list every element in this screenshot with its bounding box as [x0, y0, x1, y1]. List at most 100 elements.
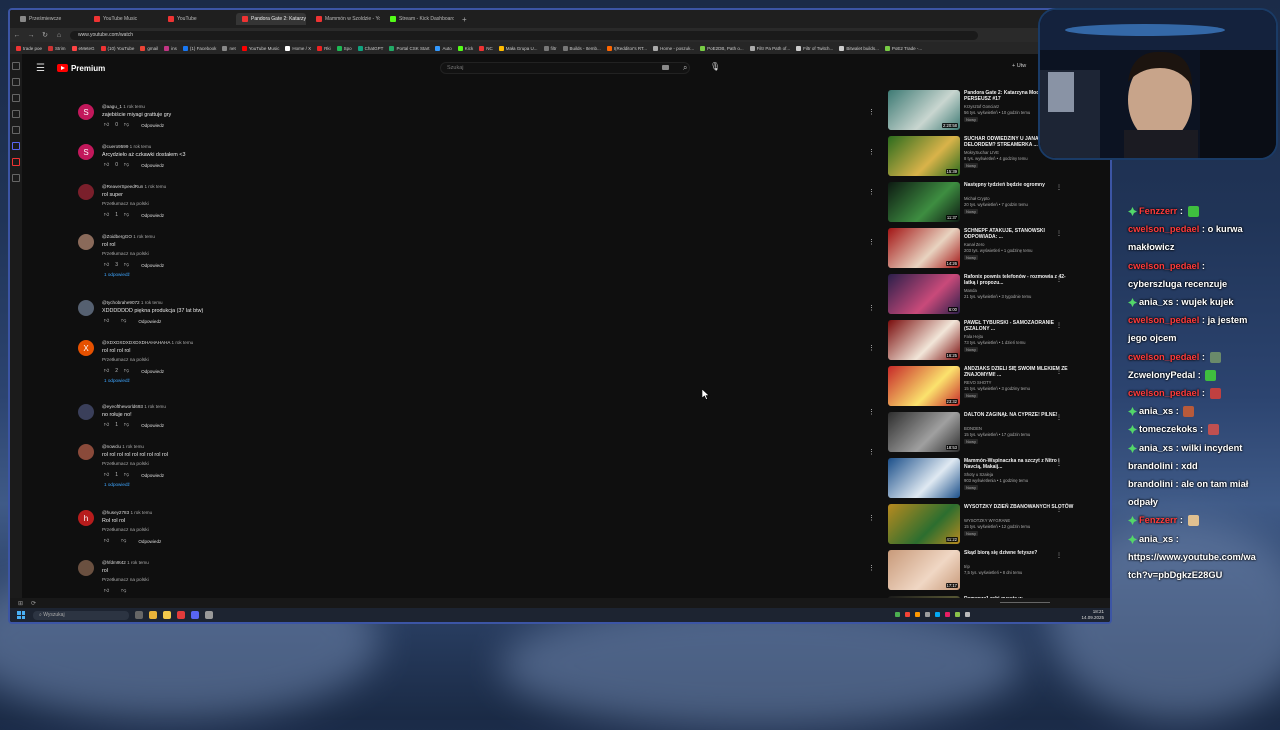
- like-icon[interactable]: 👍︎: [104, 368, 109, 374]
- video-channel[interactable]: trip: [964, 564, 970, 569]
- replies-toggle[interactable]: 1 odpowiedź: [104, 272, 130, 277]
- sidebar-history-icon[interactable]: [12, 78, 20, 86]
- more-actions-icon[interactable]: ⋮: [1056, 552, 1062, 559]
- bookmark-item[interactable]: (10) YouTube: [100, 45, 134, 51]
- clock[interactable]: 18:21 14.09.2025: [1081, 609, 1104, 620]
- replies-toggle[interactable]: 1 odpowiedź: [104, 482, 130, 487]
- video-thumbnail[interactable]: 2:20:58: [888, 90, 960, 130]
- new-tab-icon[interactable]: +: [462, 15, 467, 24]
- like-icon[interactable]: 👍︎: [104, 538, 109, 544]
- video-channel[interactable]: Fala Hejtu: [964, 334, 983, 339]
- bookmark-item[interactable]: ChatGPT: [357, 45, 383, 51]
- like-icon[interactable]: 👍︎: [104, 122, 109, 128]
- more-actions-icon[interactable]: ⋮: [1056, 276, 1062, 283]
- like-icon[interactable]: 👍︎: [104, 262, 109, 268]
- comment-author[interactable]: @ZoidbergGO: [102, 234, 132, 239]
- chat-username[interactable]: ania_xs: [1139, 406, 1173, 416]
- bookmark-item[interactable]: Bitwalet builds...: [839, 45, 879, 51]
- search-input[interactable]: Szukaj: [440, 62, 690, 74]
- bookmark-item[interactable]: Strim: [48, 45, 66, 51]
- more-actions-icon[interactable]: ⋮: [1056, 460, 1062, 467]
- more-actions-icon[interactable]: ⋮: [1056, 414, 1062, 421]
- microphone-icon[interactable]: 🎙: [710, 62, 720, 71]
- sidebar-record-icon[interactable]: [12, 158, 20, 166]
- bookmark-item[interactable]: Builds - Itemb...: [562, 45, 601, 51]
- browser-tab[interactable]: Stream - Kick Dashboard: [384, 13, 454, 25]
- recommended-video[interactable]: 23:32 ANDZIAKS DZIELI SIĘ SWOIM MLEKIEM Z…: [888, 366, 1088, 410]
- reply-button[interactable]: Odpowiedz: [141, 163, 164, 168]
- video-thumbnail[interactable]: 17:17: [888, 550, 960, 590]
- recommended-video[interactable]: 41:22 WYSOTZKY DZIEŃ ZBANOWANYCH SLOTÓW WY…: [888, 504, 1088, 548]
- video-channel[interactable]: Kanał Zero: [964, 242, 984, 247]
- browser-tab[interactable]: Prześmiewcze: [14, 13, 84, 25]
- comment-author[interactable]: @husey2783: [102, 510, 129, 515]
- comment-author[interactable]: @aagu_1: [102, 104, 122, 109]
- more-actions-icon[interactable]: ⋮: [868, 408, 875, 416]
- dislike-icon[interactable]: 👎︎: [124, 368, 129, 374]
- comment-author[interactable]: @XDXDXDXDXDXDHAHAHAHA: [102, 340, 170, 345]
- dislike-icon[interactable]: 👎︎: [124, 262, 129, 268]
- avatar[interactable]: S: [78, 144, 94, 160]
- task-view-icon[interactable]: [135, 611, 143, 619]
- bookmark-item[interactable]: Portal CSK Start: [389, 45, 429, 51]
- dislike-icon[interactable]: 👎︎: [124, 472, 129, 478]
- translate-link[interactable]: Przetłumacz na polski: [102, 528, 149, 533]
- video-thumbnail[interactable]: 6:00: [888, 274, 960, 314]
- chat-username[interactable]: brandolini: [1128, 461, 1173, 471]
- browser-tab[interactable]: Pandora Gate 2: Katarzyna: [236, 13, 306, 25]
- reply-button[interactable]: Odpowiedz: [141, 123, 164, 128]
- bookmark-item[interactable]: PoE2 Trade -...: [884, 45, 922, 51]
- bookmark-item[interactable]: NC: [479, 45, 493, 51]
- avatar[interactable]: [78, 300, 94, 316]
- forward-icon[interactable]: →: [24, 32, 38, 39]
- like-icon[interactable]: 👍︎: [104, 472, 109, 478]
- video-thumbnail[interactable]: 11:37: [888, 182, 960, 222]
- video-channel[interactable]: BONDEN: [964, 426, 982, 431]
- translate-link[interactable]: Przetłumacz na polski: [102, 252, 149, 257]
- chat-username[interactable]: cwelson_pedael: [1128, 315, 1199, 325]
- reply-button[interactable]: Odpowiedz: [138, 539, 161, 544]
- avatar[interactable]: [78, 444, 94, 460]
- chat-username[interactable]: ania_xs: [1139, 534, 1173, 544]
- more-actions-icon[interactable]: ⋮: [868, 304, 875, 312]
- more-actions-icon[interactable]: ⋮: [868, 188, 875, 196]
- dislike-icon[interactable]: 👎︎: [124, 122, 129, 128]
- chat-username[interactable]: cwelson_pedael: [1128, 224, 1199, 234]
- bookmark-item[interactable]: gmail: [140, 45, 158, 51]
- more-actions-icon[interactable]: ⋮: [1056, 184, 1062, 191]
- translate-link[interactable]: Przetłumacz na polski: [102, 358, 149, 363]
- bookmark-item[interactable]: filtr: [543, 45, 557, 51]
- bookmark-item[interactable]: Mała Grupa U...: [498, 45, 538, 51]
- bookmark-item[interactable]: eMeteG: [71, 45, 95, 51]
- chat-username[interactable]: tomeczekoks: [1139, 424, 1197, 434]
- bookmark-item[interactable]: Auto: [435, 45, 452, 51]
- video-thumbnail[interactable]: 16:25: [888, 320, 960, 360]
- menu-icon[interactable]: ☰: [36, 63, 45, 74]
- bookmark-item[interactable]: net: [222, 45, 236, 51]
- bookmark-item[interactable]: (1) Facebook: [182, 45, 216, 51]
- bookmark-item[interactable]: Kick: [457, 45, 473, 51]
- vivaldi-icon[interactable]: [177, 611, 185, 619]
- video-thumbnail[interactable]: 18:53: [888, 412, 960, 452]
- start-button[interactable]: [17, 611, 25, 619]
- video-thumbnail[interactable]: [888, 458, 960, 498]
- chat-username[interactable]: ania_xs: [1139, 297, 1173, 307]
- like-icon[interactable]: 👍︎: [104, 318, 109, 324]
- comment-author[interactable]: @eyeoftheworld693: [102, 404, 143, 409]
- avatar[interactable]: [78, 404, 94, 420]
- more-actions-icon[interactable]: ⋮: [1056, 368, 1062, 375]
- recommended-video[interactable]: 11:37 Następny tydzień będzie ogromny Mich…: [888, 182, 1088, 226]
- reply-button[interactable]: Odpowiedz: [141, 263, 164, 268]
- video-thumbnail[interactable]: 41:22: [888, 504, 960, 544]
- chat-username[interactable]: ZcwelonyPedal: [1128, 370, 1195, 380]
- recommended-video[interactable]: 16:25 PAWEŁ TYBURSKI - SAMOZAORANIE (SZAL…: [888, 320, 1088, 364]
- recommended-video[interactable]: 18:53 DALTON ZAGINĄŁ NA CYPRZE! PILNE! BON…: [888, 412, 1088, 456]
- translate-link[interactable]: Przetłumacz na polski: [102, 462, 149, 467]
- chat-username[interactable]: Fenzzerr: [1139, 206, 1177, 216]
- browser-tab[interactable]: YouTube: [162, 13, 232, 25]
- bookmark-item[interactable]: PoE2DB, Path o...: [700, 45, 744, 51]
- more-actions-icon[interactable]: ⋮: [868, 344, 875, 352]
- comment-author[interactable]: @hfdm9t42: [102, 560, 126, 565]
- chat-username[interactable]: Fenzzerr: [1139, 515, 1177, 525]
- dislike-icon[interactable]: 👎︎: [124, 212, 129, 218]
